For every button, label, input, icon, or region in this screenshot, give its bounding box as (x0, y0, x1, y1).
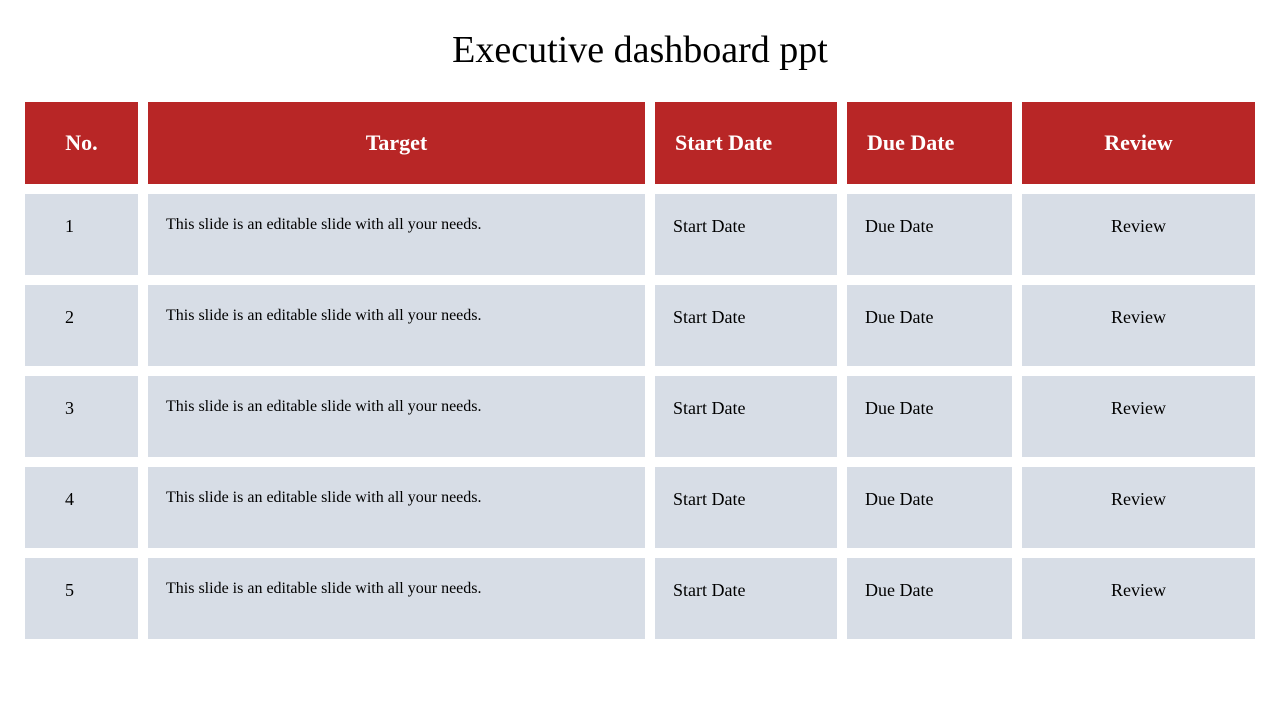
cell-start-date: Start Date (655, 467, 837, 548)
cell-no: 3 (25, 376, 138, 457)
table-row: 3 This slide is an editable slide with a… (25, 376, 1255, 457)
cell-no: 2 (25, 285, 138, 366)
cell-no: 5 (25, 558, 138, 639)
table-row: 4 This slide is an editable slide with a… (25, 467, 1255, 548)
table-row: 1 This slide is an editable slide with a… (25, 194, 1255, 275)
cell-start-date: Start Date (655, 558, 837, 639)
cell-review: Review (1022, 376, 1255, 457)
table-row: 5 This slide is an editable slide with a… (25, 558, 1255, 639)
cell-review: Review (1022, 285, 1255, 366)
cell-no: 4 (25, 467, 138, 548)
header-review: Review (1022, 102, 1255, 184)
cell-review: Review (1022, 467, 1255, 548)
cell-target: This slide is an editable slide with all… (148, 558, 645, 639)
cell-target: This slide is an editable slide with all… (148, 376, 645, 457)
cell-review: Review (1022, 194, 1255, 275)
cell-target: This slide is an editable slide with all… (148, 467, 645, 548)
header-due-date: Due Date (847, 102, 1012, 184)
table-row: 2 This slide is an editable slide with a… (25, 285, 1255, 366)
cell-no: 1 (25, 194, 138, 275)
page-title: Executive dashboard ppt (25, 28, 1255, 72)
cell-due-date: Due Date (847, 558, 1012, 639)
cell-due-date: Due Date (847, 194, 1012, 275)
cell-target: This slide is an editable slide with all… (148, 194, 645, 275)
header-no: No. (25, 102, 138, 184)
cell-start-date: Start Date (655, 194, 837, 275)
cell-start-date: Start Date (655, 285, 837, 366)
cell-due-date: Due Date (847, 285, 1012, 366)
cell-due-date: Due Date (847, 467, 1012, 548)
table-header-row: No. Target Start Date Due Date Review (25, 102, 1255, 184)
cell-target: This slide is an editable slide with all… (148, 285, 645, 366)
slide-container: Executive dashboard ppt No. Target Start… (0, 0, 1280, 720)
cell-review: Review (1022, 558, 1255, 639)
header-target: Target (148, 102, 645, 184)
dashboard-table: No. Target Start Date Due Date Review 1 … (25, 102, 1255, 639)
cell-due-date: Due Date (847, 376, 1012, 457)
header-start-date: Start Date (655, 102, 837, 184)
cell-start-date: Start Date (655, 376, 837, 457)
